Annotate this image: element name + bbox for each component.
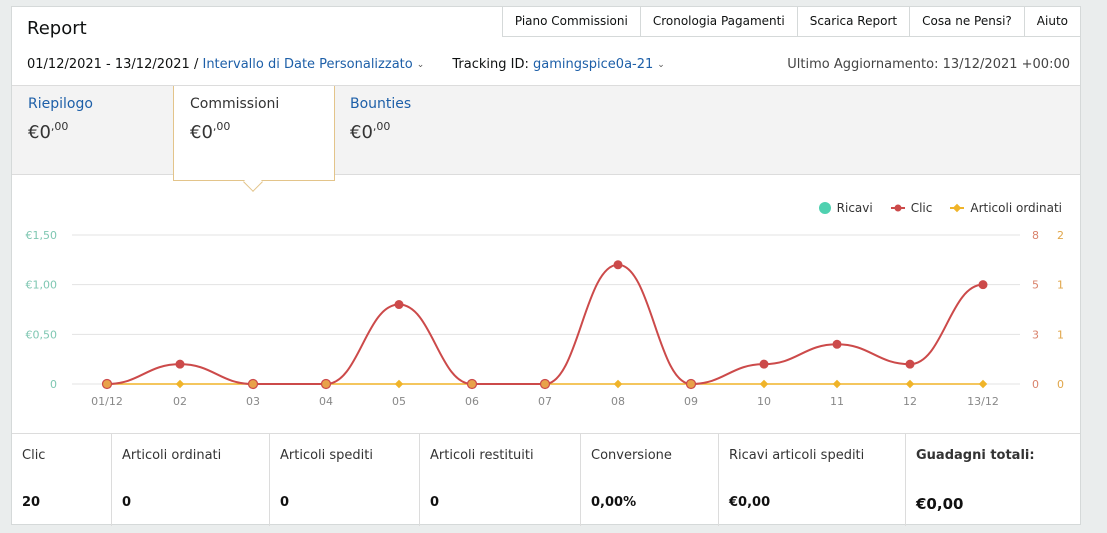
stat-articoli-ordinati: Articoli ordinati 0 [112, 434, 270, 526]
last-update: Ultimo Aggiornamento: 13/12/2021 +00:00 [787, 57, 1070, 72]
x-tick-label: 04 [319, 395, 333, 408]
clic-point [832, 339, 842, 349]
articoli-point [175, 379, 185, 389]
series-clic-line [106, 263, 984, 386]
x-tick-label: 07 [538, 395, 552, 408]
tab-label: Bounties [350, 96, 412, 112]
nav-feedback[interactable]: Cosa ne Pensi? [909, 7, 1024, 37]
tracking-label: Tracking ID: [452, 57, 529, 72]
clic-point [905, 359, 915, 369]
clic-point [101, 378, 113, 390]
tab-label: Riepilogo [28, 96, 93, 112]
y-right-articoli-tick: 0 [1057, 378, 1064, 391]
x-tick-label: 12 [903, 395, 917, 408]
y-right-articoli-tick: 2 [1057, 229, 1064, 242]
clic-point [247, 378, 259, 390]
nav-scarica-report[interactable]: Scarica Report [796, 7, 910, 37]
x-tick-label: 10 [757, 395, 771, 408]
x-tick-label: 06 [465, 395, 479, 408]
x-tick-label: 13/12 [967, 395, 999, 408]
tab-value: €0,00 [28, 120, 69, 143]
y-left-tick: €1,00 [26, 279, 58, 292]
tracking-id-dropdown[interactable]: gamingspice0a-21 [533, 57, 653, 72]
tab-value: €0,00 [350, 120, 391, 143]
tab-bounties[interactable]: Bounties €0,00 [334, 86, 494, 176]
stat-ricavi-articoli-spediti: Ricavi articoli spediti €0,00 [719, 434, 906, 526]
stat-conversione: Conversione 0,00% [581, 434, 719, 526]
y-left-tick: €1,50 [26, 229, 58, 242]
articoli-point [905, 379, 915, 389]
clic-point [685, 378, 697, 390]
y-right-clic-tick: 0 [1032, 378, 1039, 391]
tab-value: €0,00 [190, 120, 231, 143]
y-right-articoli-tick: 1 [1057, 328, 1064, 341]
x-tick-label: 08 [611, 395, 625, 408]
x-tick-label: 09 [684, 395, 698, 408]
clic-point [613, 260, 623, 270]
articoli-point [832, 379, 842, 389]
clic-point [320, 378, 332, 390]
summary-tabs: Riepilogo €0,00 Commissioni €0,00 Bounti… [12, 85, 1080, 192]
x-tick-label: 05 [392, 395, 406, 408]
nav-cronologia-pagamenti[interactable]: Cronologia Pagamenti [639, 7, 797, 37]
x-tick-label: 02 [173, 395, 187, 408]
tab-label: Commissioni [190, 96, 280, 112]
stat-guadagni-totali: Guadagni totali: €0,00 [916, 448, 1035, 513]
tab-commissioni[interactable]: Commissioni €0,00 [173, 86, 335, 192]
date-range-text: 01/12/2021 - 13/12/2021 [27, 57, 190, 72]
nav-aiuto[interactable]: Aiuto [1023, 7, 1080, 37]
stats-bar: Clic 20 Articoli ordinati 0 Articoli spe… [12, 433, 1080, 526]
chevron-down-icon[interactable]: ⌄ [417, 60, 425, 70]
x-tick-label: 01/12 [91, 395, 123, 408]
line-chart: €1,50€1,00€0,5008530211001/12 02 03 04 05 06 0… [26, 229, 1065, 408]
clic-point [466, 378, 478, 390]
stat-articoli-restituiti: Articoli restituiti 0 [420, 434, 581, 526]
top-nav: Piano Commissioni Cronologia Pagamenti S… [501, 7, 1080, 37]
date-range-dropdown[interactable]: Intervallo di Date Personalizzato [202, 57, 412, 72]
stat-articoli-spediti: Articoli spediti 0 [270, 434, 420, 526]
clic-point [759, 359, 769, 369]
y-left-tick: €0,50 [26, 328, 58, 341]
tab-riepilogo[interactable]: Riepilogo €0,00 [12, 86, 172, 176]
articoli-point [978, 379, 988, 389]
nav-piano-commissioni[interactable]: Piano Commissioni [501, 7, 640, 37]
clic-point [978, 280, 988, 290]
chart-area: Ricavi Clic Articoli ordinati €1,50 €1,00… [12, 179, 1080, 431]
clic-point [539, 378, 551, 390]
articoli-point [759, 379, 769, 389]
chevron-down-icon[interactable]: ⌄ [657, 60, 665, 70]
y-right-clic-tick: 3 [1032, 328, 1039, 341]
articoli-point [394, 379, 404, 389]
page-title: Report [27, 18, 87, 39]
x-tick-label: 11 [830, 395, 844, 408]
y-right-clic-tick: 8 [1032, 229, 1039, 242]
y-right-articoli-tick: 1 [1057, 279, 1064, 292]
stat-clic: Clic 20 [12, 434, 112, 526]
y-left-tick: 0 [50, 378, 57, 391]
x-tick-label: 03 [246, 395, 260, 408]
report-card: Report Piano Commissioni Cronologia Paga… [11, 6, 1081, 526]
articoli-point [613, 379, 623, 389]
date-range-row: 01/12/2021 - 13/12/2021 / Intervallo di … [27, 57, 665, 72]
clic-point [394, 300, 404, 310]
clic-point [175, 359, 185, 369]
y-right-clic-tick: 5 [1032, 279, 1039, 292]
date-separator: / [193, 57, 199, 72]
